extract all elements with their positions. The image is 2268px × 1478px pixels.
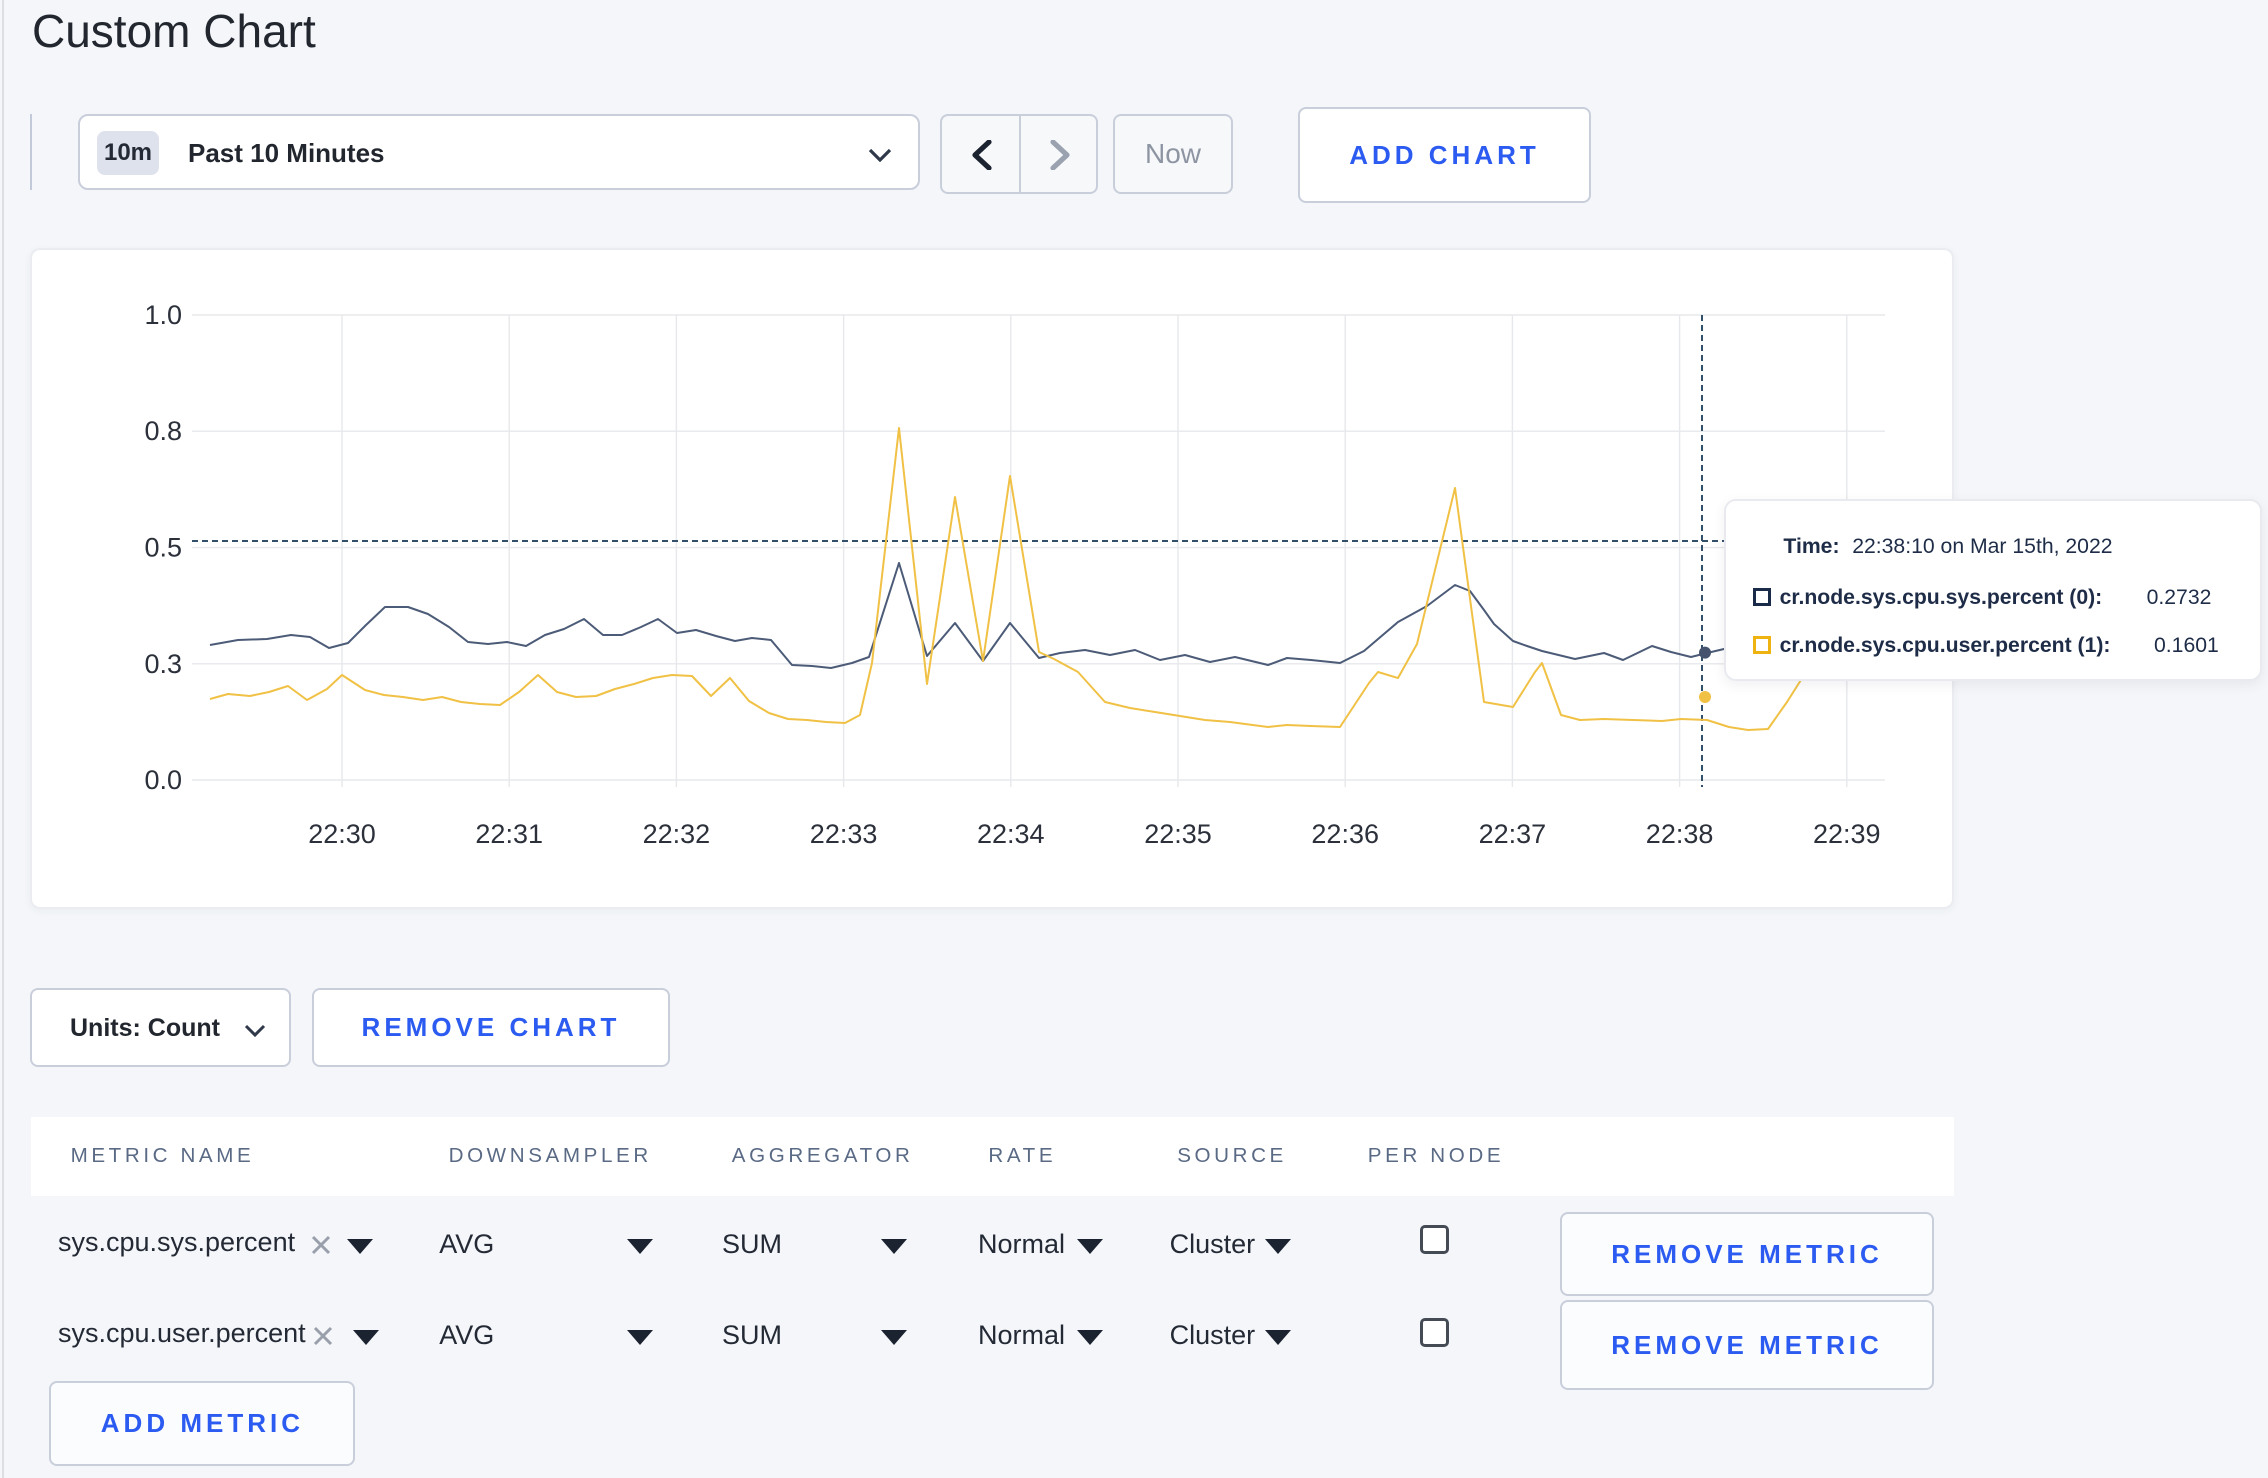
svg-text:0.3: 0.3 bbox=[144, 649, 182, 679]
svg-text:22:30: 22:30 bbox=[308, 819, 376, 849]
svg-text:22:37: 22:37 bbox=[1479, 819, 1547, 849]
svg-text:22:34: 22:34 bbox=[977, 819, 1045, 849]
svg-text:22:35: 22:35 bbox=[1144, 819, 1212, 849]
svg-text:0.0: 0.0 bbox=[144, 765, 182, 795]
svg-text:22:33: 22:33 bbox=[810, 819, 878, 849]
svg-text:22:38: 22:38 bbox=[1646, 819, 1714, 849]
svg-text:22:31: 22:31 bbox=[475, 819, 543, 849]
svg-text:22:36: 22:36 bbox=[1311, 819, 1379, 849]
svg-text:0.8: 0.8 bbox=[144, 416, 182, 446]
svg-text:0.5: 0.5 bbox=[144, 533, 182, 563]
svg-text:22:39: 22:39 bbox=[1813, 819, 1881, 849]
svg-text:22:32: 22:32 bbox=[643, 819, 711, 849]
svg-text:1.0: 1.0 bbox=[144, 300, 182, 330]
